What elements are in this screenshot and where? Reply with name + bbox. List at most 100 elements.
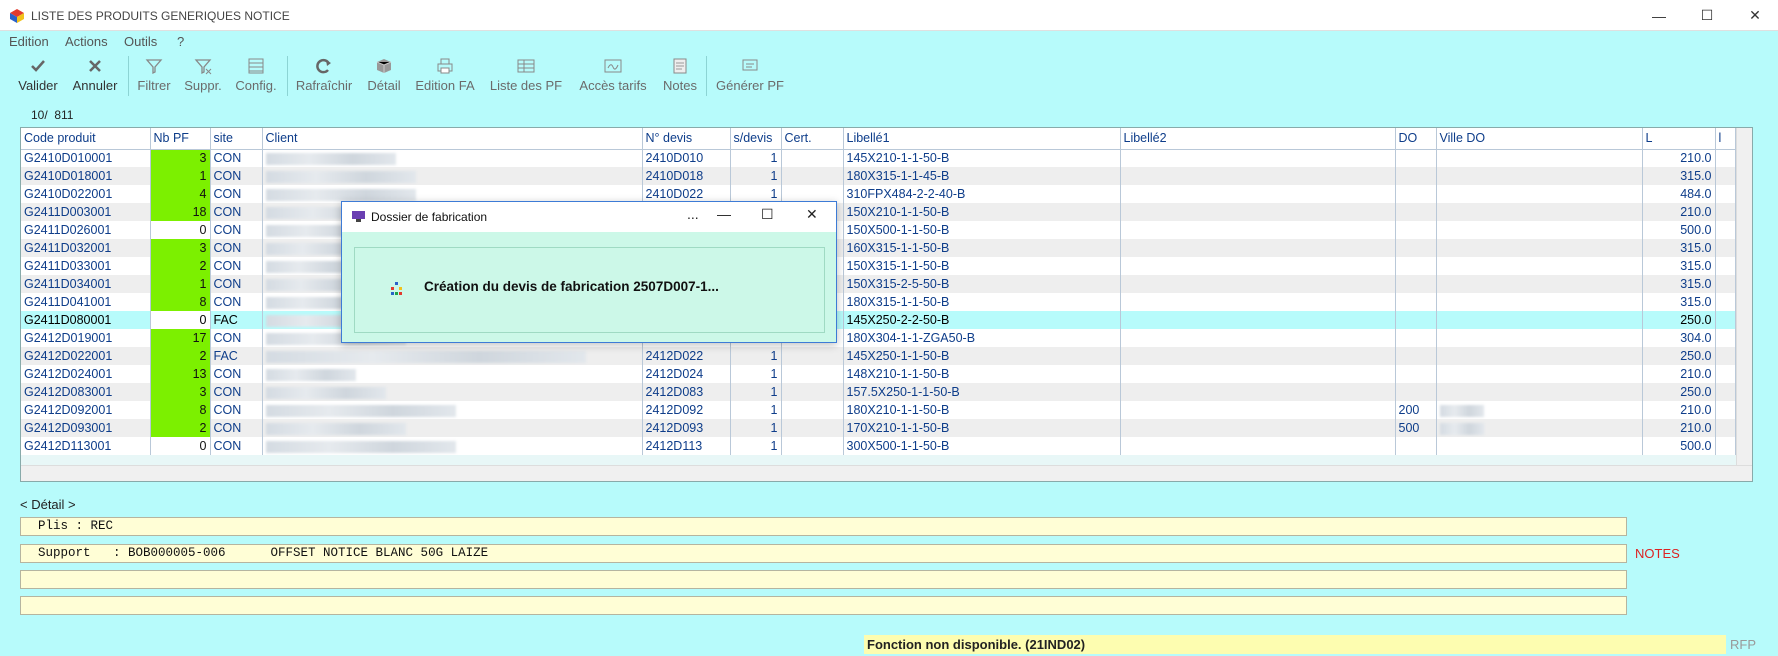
cell-l: 210.0 bbox=[1642, 419, 1716, 437]
notes-button[interactable]: Notes bbox=[660, 56, 700, 98]
suppr-filter-button[interactable]: Suppr. bbox=[182, 56, 224, 98]
table-row[interactable]: G2410D018001 1 CON 2410D018 1 180X315-1-1-45-… bbox=[21, 167, 1736, 185]
table-row[interactable]: G2412D019001 17 CON 180X304-1-1-ZGA50-B 304.… bbox=[21, 329, 1736, 347]
cell-do bbox=[1395, 293, 1437, 311]
cell-libelle1: 160X315-1-1-50-B bbox=[843, 239, 1121, 257]
cell-cert bbox=[781, 149, 844, 167]
col-cert[interactable]: Cert. bbox=[781, 128, 844, 150]
minimize-button[interactable]: — bbox=[1636, 0, 1682, 31]
config-button[interactable]: Config. bbox=[234, 56, 278, 98]
cell-nb-pf: 2 bbox=[150, 419, 211, 437]
col-site[interactable]: site bbox=[210, 128, 263, 150]
col-l[interactable]: L bbox=[1642, 128, 1716, 150]
table-row[interactable]: G2412D022001 2 FAC 2412D022 1 145X250-1-1-50-… bbox=[21, 347, 1736, 365]
menu-outils[interactable]: Outils bbox=[124, 34, 157, 49]
notes-link[interactable]: NOTES bbox=[1635, 546, 1680, 561]
grid-horizontal-scrollbar[interactable] bbox=[21, 465, 1752, 481]
cell-l-small bbox=[1715, 149, 1736, 167]
table-row[interactable]: G2411D032001 3 CON 160X315-1-1-50-B 315.0 bbox=[21, 239, 1736, 257]
cell-cert bbox=[781, 419, 844, 437]
cell-ville-do bbox=[1436, 329, 1643, 347]
config-label: Config. bbox=[235, 78, 277, 93]
detail-line-plis: Plis : REC bbox=[20, 517, 1627, 536]
col-libelle1[interactable]: Libellé1 bbox=[843, 128, 1121, 150]
valider-button[interactable]: Valider bbox=[16, 56, 60, 98]
cell-do bbox=[1395, 347, 1437, 365]
window-title: LISTE DES PRODUITS GENERIQUES NOTICE bbox=[31, 9, 290, 23]
table-row[interactable]: G2412D093001 2 CON 2412D093 1 170X210-1-1-50-… bbox=[21, 419, 1736, 437]
table-row[interactable]: G2411D026001 0 CON 150X500-1-1-50-B 500.0 bbox=[21, 221, 1736, 239]
acces-tarifs-label: Accès tarifs bbox=[579, 78, 647, 93]
table-row[interactable]: G2411D033001 2 CON 150X315-1-1-50-B 315.0 bbox=[21, 257, 1736, 275]
cell-ville-do bbox=[1436, 149, 1643, 167]
menu-actions[interactable]: Actions bbox=[65, 34, 108, 49]
acces-tarifs-button[interactable]: Accès tarifs bbox=[576, 56, 650, 98]
toolbar-separator bbox=[287, 56, 288, 96]
menu-bar: Edition Actions Outils ? bbox=[0, 31, 1778, 52]
table-row[interactable]: G2411D034001 1 CON 150X315-2-5-50-B 315.0 bbox=[21, 275, 1736, 293]
app-logo-icon bbox=[10, 9, 24, 23]
maximize-icon: ☐ bbox=[1700, 7, 1714, 23]
dialog-maximize-button[interactable]: ☐ bbox=[761, 206, 774, 223]
col-do[interactable]: DO bbox=[1395, 128, 1437, 150]
cell-libelle2 bbox=[1120, 293, 1396, 311]
cell-l-small bbox=[1715, 437, 1736, 455]
dialog-message: Création du devis de fabrication 2507D00… bbox=[424, 279, 719, 294]
list-icon bbox=[517, 59, 535, 73]
cell-code-produit: G2412D093001 bbox=[21, 419, 151, 437]
col-libelle2[interactable]: Libellé2 bbox=[1120, 128, 1396, 150]
table-row[interactable]: G2411D041001 8 CON 180X315-1-1-50-B 315.0 bbox=[21, 293, 1736, 311]
col-ville-do[interactable]: Ville DO bbox=[1436, 128, 1643, 150]
table-row[interactable]: G2412D024001 13 CON 2412D024 1 148X210-1-1-50… bbox=[21, 365, 1736, 383]
toolbar-separator bbox=[128, 56, 129, 96]
col-l-small[interactable]: l bbox=[1715, 128, 1736, 150]
cell-do bbox=[1395, 275, 1437, 293]
table-row[interactable]: G2411D080001 0 FAC 145X250-2-2-50-B 250.0 bbox=[21, 311, 1736, 329]
cell-l-small bbox=[1715, 401, 1736, 419]
cell-libelle1: 180X304-1-1-ZGA50-B bbox=[843, 329, 1121, 347]
detail-line-support: Support : BOB000005-006 OFFSET NOTICE BL… bbox=[20, 544, 1627, 563]
cell-libelle2 bbox=[1120, 329, 1396, 347]
grid-vertical-scrollbar[interactable] bbox=[1736, 128, 1752, 481]
menu-edition[interactable]: Edition bbox=[9, 34, 49, 49]
products-grid[interactable]: Code produit Nb PF site Client N° devis … bbox=[20, 127, 1753, 482]
status-message: Fonction non disponible. (21IND02) bbox=[864, 635, 1726, 654]
dialog-more-button[interactable]: ... bbox=[687, 206, 699, 222]
maximize-button[interactable]: ☐ bbox=[1684, 0, 1730, 31]
dialog-close-button[interactable]: ✕ bbox=[806, 206, 818, 223]
col-nb-pf[interactable]: Nb PF bbox=[150, 128, 211, 150]
cell-do bbox=[1395, 239, 1437, 257]
menu-help[interactable]: ? bbox=[177, 34, 184, 49]
col-code-produit[interactable]: Code produit bbox=[21, 128, 151, 150]
close-button[interactable]: ✕ bbox=[1732, 0, 1778, 31]
edition-fa-button[interactable]: Edition FA bbox=[414, 56, 476, 98]
annuler-button[interactable]: Annuler bbox=[70, 56, 120, 98]
cell-nb-pf: 4 bbox=[150, 185, 211, 203]
col-client[interactable]: Client bbox=[262, 128, 643, 150]
dialog-minimize-button[interactable]: — bbox=[717, 206, 731, 222]
cell-cert bbox=[781, 365, 844, 383]
cell-ville-do bbox=[1436, 365, 1643, 383]
cell-libelle1: 170X210-1-1-50-B bbox=[843, 419, 1121, 437]
table-row[interactable]: G2411D003001 18 CON 150X210-1-1-50-B 210.0 bbox=[21, 203, 1736, 221]
rafraichir-button[interactable]: Rafraîchir bbox=[295, 56, 353, 98]
toolbar: Valider Annuler Filtrer Suppr. Config. R… bbox=[0, 52, 1778, 99]
cell-nb-pf: 8 bbox=[150, 401, 211, 419]
table-row[interactable]: G2412D083001 3 CON 2412D083 1 157.5X250-1-1-5… bbox=[21, 383, 1736, 401]
dialog-title: Dossier de fabrication bbox=[371, 210, 488, 224]
detail-section-label: < Détail > bbox=[20, 497, 76, 512]
table-row[interactable]: G2410D022001 4 CON 2410D022 1 310FPX484-2-2-4… bbox=[21, 185, 1736, 203]
table-row[interactable]: G2412D113001 0 CON 2412D113 1 300X500-1-1-50-… bbox=[21, 437, 1736, 455]
cell-do: 500 bbox=[1395, 419, 1437, 437]
filtrer-button[interactable]: Filtrer bbox=[134, 56, 174, 98]
table-row[interactable]: G2410D010001 3 CON 2410D010 1 145X210-1-1-50-… bbox=[21, 149, 1736, 167]
col-s-devis[interactable]: s/devis bbox=[730, 128, 782, 150]
col-n-devis[interactable]: N° devis bbox=[642, 128, 731, 150]
liste-pf-button[interactable]: Liste des PF bbox=[488, 56, 564, 98]
detail-button[interactable]: Détail bbox=[364, 56, 404, 98]
cell-l: 484.0 bbox=[1642, 185, 1716, 203]
generer-pf-button[interactable]: Générer PF bbox=[714, 56, 786, 98]
cell-l: 315.0 bbox=[1642, 293, 1716, 311]
cell-ville-do bbox=[1436, 203, 1643, 221]
table-row[interactable]: G2412D092001 8 CON 2412D092 1 180X210-1-1-50-… bbox=[21, 401, 1736, 419]
